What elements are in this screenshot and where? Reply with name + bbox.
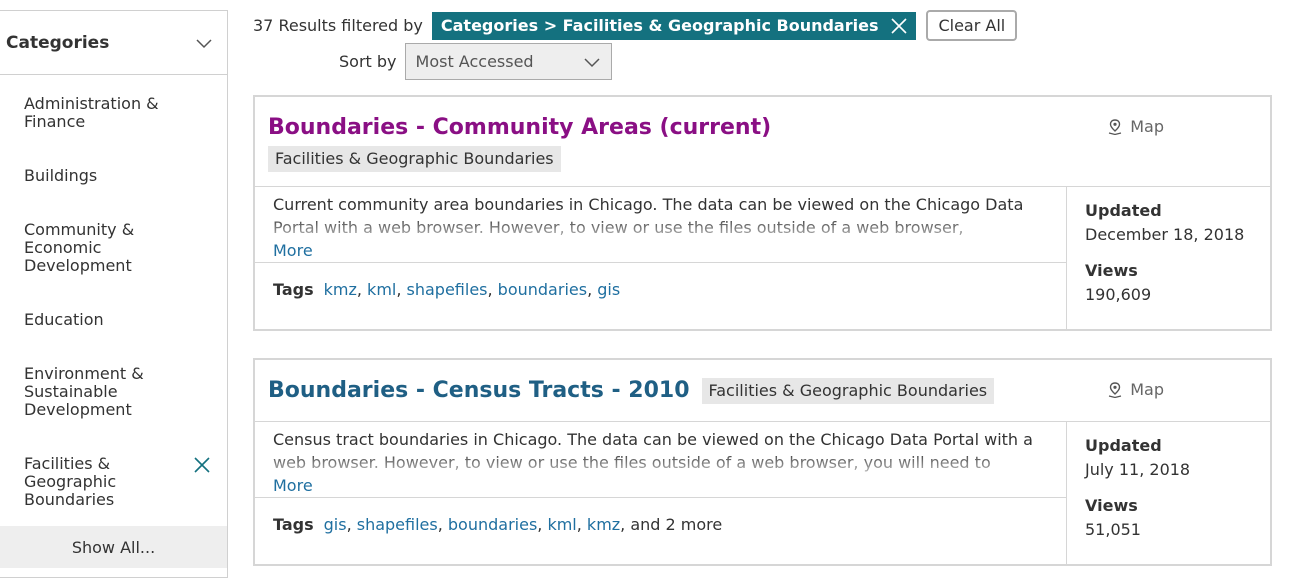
asset-type-label: Map [1130,380,1164,399]
card-meta: Updated December 18, 2018 Views 190,609 [1067,187,1270,331]
card-header: Boundaries - Community Areas (current) F… [255,97,1270,187]
tag-link[interactable]: kml [547,515,576,534]
card-main: Current community area boundaries in Chi… [255,187,1067,331]
card-main: Census tract boundaries in Chicago. The … [255,422,1067,566]
sort-row: Sort by Most Accessed [339,43,612,80]
result-description: Current community area boundaries in Chi… [255,187,1066,263]
map-pin-icon [1109,381,1122,398]
map-pin-icon [1109,118,1122,135]
filter-chip-label: Categories > Facilities & Geographic Bou… [440,16,879,35]
card-meta: Updated July 11, 2018 Views 51,051 [1067,422,1270,566]
tag-link[interactable]: boundaries [498,280,587,299]
asset-type: Map [1108,380,1164,399]
chevron-down-icon[interactable] [195,34,213,52]
more-link[interactable]: More [273,239,1048,262]
sidebar-item-community-economic-development[interactable]: Community & Economic Development [24,221,211,275]
sort-selected-value: Most Accessed [415,52,534,71]
views-value: 51,051 [1085,520,1141,539]
card-header: Boundaries - Census Tracts - 2010 Facili… [255,360,1270,422]
close-icon[interactable] [890,17,908,35]
sidebar-item-label: Facilities & Geographic Boundaries [24,454,117,509]
sidebar-item-environment-sustainable-development[interactable]: Environment & Sustainable Development [24,365,211,419]
views-label: Views [1085,496,1138,515]
sidebar-item-label: Environment & Sustainable Development [24,364,144,419]
views-label: Views [1085,261,1138,280]
sidebar-item-facilities-geographic-boundaries[interactable]: Facilities & Geographic Boundaries [24,455,211,509]
sidebar-item-label: Administration & Finance [24,94,159,131]
category-badge[interactable]: Facilities & Geographic Boundaries [701,378,995,404]
sidebar-item-label: Education [24,310,104,329]
result-card: Boundaries - Community Areas (current) F… [253,95,1272,331]
category-badge[interactable]: Facilities & Geographic Boundaries [268,146,561,172]
active-filter-chip[interactable]: Categories > Facilities & Geographic Bou… [431,11,917,40]
updated-label: Updated [1085,436,1162,455]
tag-link[interactable]: shapefiles [357,515,438,534]
close-icon[interactable] [193,456,211,474]
sidebar-item-buildings[interactable]: Buildings [24,167,211,185]
result-description: Census tract boundaries in Chicago. The … [255,422,1066,498]
views-value: 190,609 [1085,285,1152,304]
tag-link[interactable]: boundaries [448,515,537,534]
tag-link[interactable]: gis [324,515,347,534]
categories-header[interactable]: Categories [0,11,227,75]
filter-bar: 37 Results filtered by Categories > Faci… [253,10,1018,41]
more-tags-text[interactable]: , and 2 more [620,515,722,534]
updated-label: Updated [1085,201,1162,220]
sort-label: Sort by [339,52,397,71]
tag-link[interactable]: kmz [324,280,357,299]
tag-link[interactable]: kmz [587,515,620,534]
card-body: Census tract boundaries in Chicago. The … [255,422,1270,566]
updated-value: July 11, 2018 [1085,460,1191,479]
tags-label: Tags [273,280,314,299]
sidebar-item-label: Community & Economic Development [24,220,135,275]
tag-link[interactable]: gis [597,280,620,299]
categories-title: Categories [6,32,110,53]
result-card: Boundaries - Census Tracts - 2010 Facili… [253,358,1272,566]
sort-select[interactable]: Most Accessed [404,43,612,80]
tags-row: Tags gis, shapefiles, boundaries, kml, km… [273,515,723,534]
sidebar-item-administration-finance[interactable]: Administration & Finance [24,95,211,131]
tags-row: Tags kmz, kml, shapefiles, boundaries, gi… [273,280,621,299]
description-text: Census tract boundaries in Chicago. The … [273,430,1033,472]
show-all-button[interactable]: Show All... [0,526,227,568]
category-list: Administration & Finance Buildings Commu… [0,95,227,509]
result-title[interactable]: Boundaries - Census Tracts - 2010 [268,378,690,404]
asset-type: Map [1108,117,1164,136]
more-link[interactable]: More [273,474,1048,497]
chevron-down-icon [583,57,600,67]
description-text: Current community area boundaries in Chi… [273,195,1024,237]
sidebar-item-label: Buildings [24,166,98,185]
updated-value: December 18, 2018 [1085,225,1245,244]
categories-sidebar: Categories Administration & Finance Buil… [0,10,228,578]
results-count: 37 Results filtered by [253,16,423,35]
sidebar-item-education[interactable]: Education [24,311,211,329]
tag-link[interactable]: kml [367,280,396,299]
clear-all-button[interactable]: Clear All [926,10,1018,41]
card-body: Current community area boundaries in Chi… [255,187,1270,331]
tags-label: Tags [273,515,314,534]
asset-type-label: Map [1130,117,1164,136]
tag-link[interactable]: shapefiles [407,280,488,299]
